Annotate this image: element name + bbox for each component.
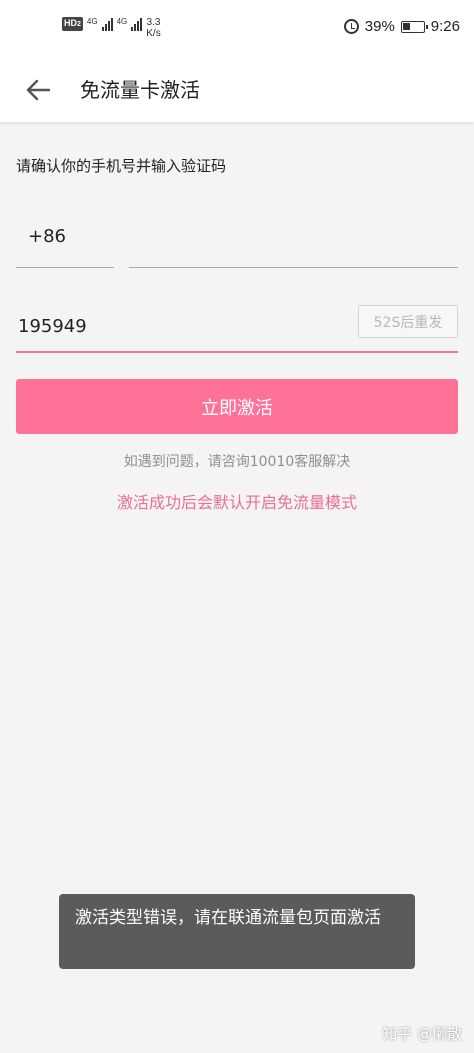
error-toast: 激活类型错误，请在联通流量包页面激活 (59, 894, 415, 969)
country-code-field[interactable]: +86 (16, 218, 114, 268)
status-right: 39% 9:26 (343, 18, 460, 35)
verification-code-input[interactable] (16, 300, 351, 352)
free-data-notice: 激活成功后会默认开启免流量模式 (116, 493, 357, 512)
signal-icon (101, 17, 113, 31)
hd-label: HD (64, 18, 77, 28)
clock: 9:26 (430, 18, 460, 35)
status-left: HD2 4G 4G 3.3 K/s (62, 17, 161, 39)
hd-sub: 2 (77, 21, 81, 28)
hd-badge: HD2 (62, 17, 83, 31)
watermark: 知乎 @懒散 (382, 1025, 462, 1043)
activate-button[interactable]: 立即激活 (16, 379, 458, 434)
instruction-text: 请确认你的手机号并输入验证码 (16, 157, 227, 175)
help-text: 如遇到问题，请咨询10010客服解决 (123, 454, 351, 470)
phone-number-input[interactable] (129, 218, 458, 268)
code-input-underline (16, 351, 458, 353)
network-speed: 3.3 K/s (146, 17, 160, 39)
signal-icon-2 (131, 17, 143, 31)
resend-code-button[interactable]: 52S后重发 (358, 305, 458, 338)
app-bar: 免流量卡激活 (0, 60, 474, 122)
battery-icon (400, 20, 428, 33)
back-button[interactable] (18, 70, 58, 110)
country-code-value: +86 (28, 226, 66, 247)
speed-value: 3.3 (146, 17, 161, 28)
network-1-label: 4G (86, 17, 98, 26)
status-bar: HD2 4G 4G 3.3 K/s 39% 9:26 (0, 0, 474, 60)
speed-unit: K/s (146, 28, 161, 39)
battery-percent: 39% (364, 18, 395, 35)
arrow-left-icon (26, 79, 51, 101)
network-2-label: 4G (116, 17, 128, 26)
page-title: 免流量卡激活 (80, 78, 200, 102)
alarm-icon (343, 19, 359, 34)
battery-fill (402, 22, 410, 30)
